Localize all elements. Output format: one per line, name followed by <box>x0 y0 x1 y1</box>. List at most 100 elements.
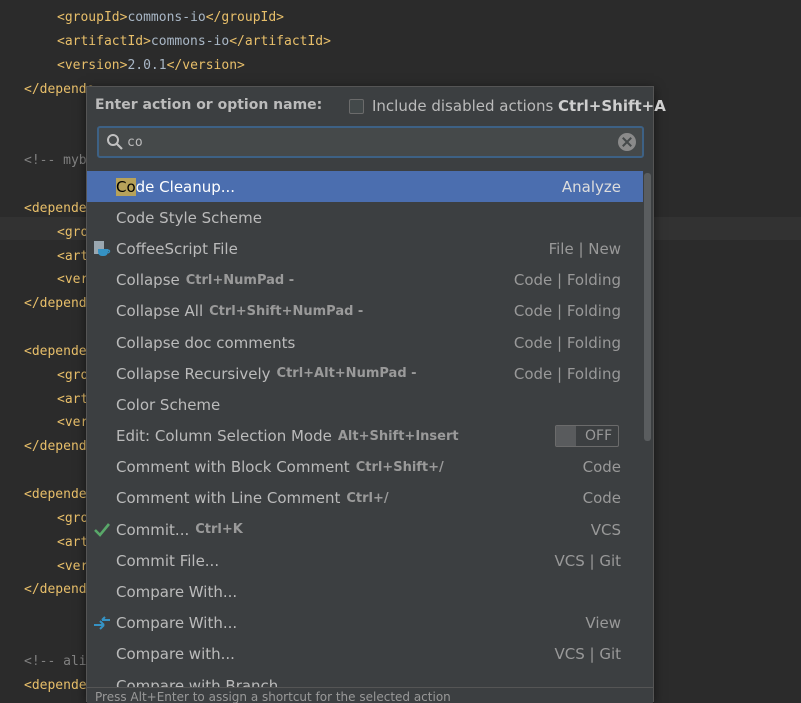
action-item[interactable]: Compare With... View <box>87 608 643 639</box>
action-name: Commit File... <box>116 551 220 570</box>
action-item[interactable]: Color Scheme <box>87 389 643 420</box>
xml-tag: <gro <box>57 367 89 383</box>
include-disabled-label[interactable]: Include disabled actions Ctrl+Shift+A <box>372 97 666 115</box>
code-line: <!-- myb <box>24 149 87 173</box>
action-item[interactable]: Code Cleanup... Analyze <box>87 171 643 203</box>
action-group: Code | Folding <box>513 333 621 352</box>
include-disabled-checkbox[interactable] <box>349 98 364 114</box>
action-shortcut: Ctrl+Shift+/ <box>355 459 444 475</box>
action-item[interactable]: Code Style Scheme <box>87 202 643 233</box>
action-shortcut: Alt+Shift+Insert <box>337 428 459 444</box>
include-disabled-shortcut: Ctrl+Shift+A <box>558 97 666 115</box>
code-line: </depende <box>24 78 94 102</box>
code-line: <depende <box>24 674 87 698</box>
clear-search-icon[interactable] <box>618 133 636 151</box>
column-selection-toggle[interactable]: OFF <box>555 425 619 448</box>
icon-slot <box>87 488 116 508</box>
action-name: Compare With... <box>116 614 238 633</box>
code-line: <groupId>commons-io</groupId> <box>57 6 284 30</box>
code-line: <art <box>57 245 88 269</box>
code-line: <gro <box>57 364 88 388</box>
xml-tag: <ver <box>57 558 89 574</box>
xml-tag: </artifactId> <box>229 33 331 49</box>
action-item[interactable]: Comment with Line Comment Ctrl+/ Code <box>87 483 643 514</box>
icon-slot <box>87 208 116 228</box>
icon-slot <box>87 301 116 321</box>
xml-tag: </depend <box>24 296 87 312</box>
code-line: </depend <box>24 578 87 602</box>
code-line: </depend <box>24 292 87 316</box>
xml-tag: </version> <box>166 57 245 73</box>
xml-tag: <depende <box>24 487 87 502</box>
results-scrollbar[interactable] <box>643 171 653 689</box>
action-group: Analyze <box>561 177 621 196</box>
action-item[interactable]: Comment with Block Comment Ctrl+Shift+/ Co… <box>87 452 643 483</box>
icon-slot <box>87 551 116 571</box>
xml-text: commons-io <box>150 33 230 49</box>
include-disabled-checkbox-group[interactable]: Include disabled actions Ctrl+Shift+A <box>349 97 666 115</box>
coffeescript-file-icon <box>87 239 116 259</box>
action-group: Code | Folding <box>513 364 621 383</box>
search-input[interactable]: co <box>127 135 618 150</box>
icon-slot <box>87 582 116 602</box>
code-line: <version>2.0.1</version> <box>57 54 245 78</box>
action-name: CoffeeScript File <box>116 239 238 258</box>
scrollbar-thumb[interactable] <box>644 173 651 441</box>
xml-tag: <ver <box>57 272 89 288</box>
code-line: <!-- ali <box>24 650 87 674</box>
popup-title: Enter action or option name: <box>95 97 323 113</box>
xml-tag: </depend <box>24 582 87 598</box>
xml-tag: <depende <box>24 343 87 359</box>
icon-slot <box>87 333 116 353</box>
xml-tag: <groupId> <box>57 10 128 25</box>
action-item[interactable]: Commit File... VCS | Git <box>87 545 643 576</box>
xml-tag: <art <box>57 248 89 264</box>
action-name: Comment with Line Comment <box>116 489 341 508</box>
xml-tag: </depende <box>24 81 95 97</box>
xml-text: commons-io <box>127 10 206 25</box>
code-line: <depende <box>24 340 87 364</box>
compare-arrows-icon <box>87 613 116 633</box>
code-line: </depend <box>24 435 87 459</box>
action-item[interactable]: Collapse All Ctrl+Shift+NumPad - Code | Fo… <box>87 296 643 327</box>
action-item[interactable]: Collapse Ctrl+NumPad - Code | Folding <box>87 265 643 296</box>
xml-tag: <art <box>57 534 89 550</box>
action-item[interactable]: CoffeeScript File File | New <box>87 233 643 264</box>
xml-tag: <depende <box>24 200 87 216</box>
action-group: View <box>585 614 621 633</box>
popup-footer-hint: Press Alt+Enter to assign a shortcut for… <box>87 687 653 703</box>
action-item[interactable]: Collapse doc comments Code | Folding <box>87 327 643 358</box>
action-name: Collapse <box>116 271 180 290</box>
xml-text: 2.0.1 <box>127 57 167 73</box>
action-group: Code <box>582 458 621 477</box>
code-line: <ver <box>57 411 88 435</box>
action-item[interactable]: Edit: Column Selection Mode Alt+Shift+Ins… <box>87 421 643 452</box>
action-results-list: Code Cleanup... Analyze Code Style Scheme C… <box>87 171 643 689</box>
action-shortcut: Ctrl+NumPad - <box>185 272 295 288</box>
action-shortcut: Ctrl+/ <box>346 490 389 506</box>
action-shortcut: Ctrl+Alt+NumPad - <box>276 366 417 382</box>
action-group: File | New <box>548 239 621 258</box>
action-item[interactable]: Commit... Ctrl+K VCS <box>87 514 643 545</box>
search-icon <box>107 134 123 150</box>
action-name: Collapse Recursively <box>116 364 271 383</box>
action-item[interactable]: Compare with... VCS | Git <box>87 639 643 670</box>
action-name: Code Cleanup... <box>116 177 236 196</box>
xml-tag: </depend <box>24 439 87 455</box>
action-name: Collapse All <box>116 302 204 321</box>
action-item[interactable]: Collapse Recursively Ctrl+Alt+NumPad - Cod… <box>87 358 643 389</box>
icon-slot <box>87 177 116 197</box>
xml-tag: <gro <box>57 224 89 240</box>
action-item[interactable]: Compare With... <box>87 576 643 607</box>
find-action-popup: Enter action or option name: Include dis… <box>86 86 666 703</box>
action-group: VCS | Git <box>554 551 621 570</box>
action-shortcut: Ctrl+K <box>195 522 243 538</box>
checkmark-icon <box>87 520 116 540</box>
xml-tag: </groupId> <box>205 10 285 25</box>
action-name: Compare with... <box>116 645 235 664</box>
xml-tag: <depende <box>24 677 87 693</box>
code-line: <depende <box>24 483 87 507</box>
action-group: Code | Folding <box>513 271 621 290</box>
action-search-field[interactable]: co <box>97 126 644 158</box>
icon-slot <box>87 426 116 446</box>
